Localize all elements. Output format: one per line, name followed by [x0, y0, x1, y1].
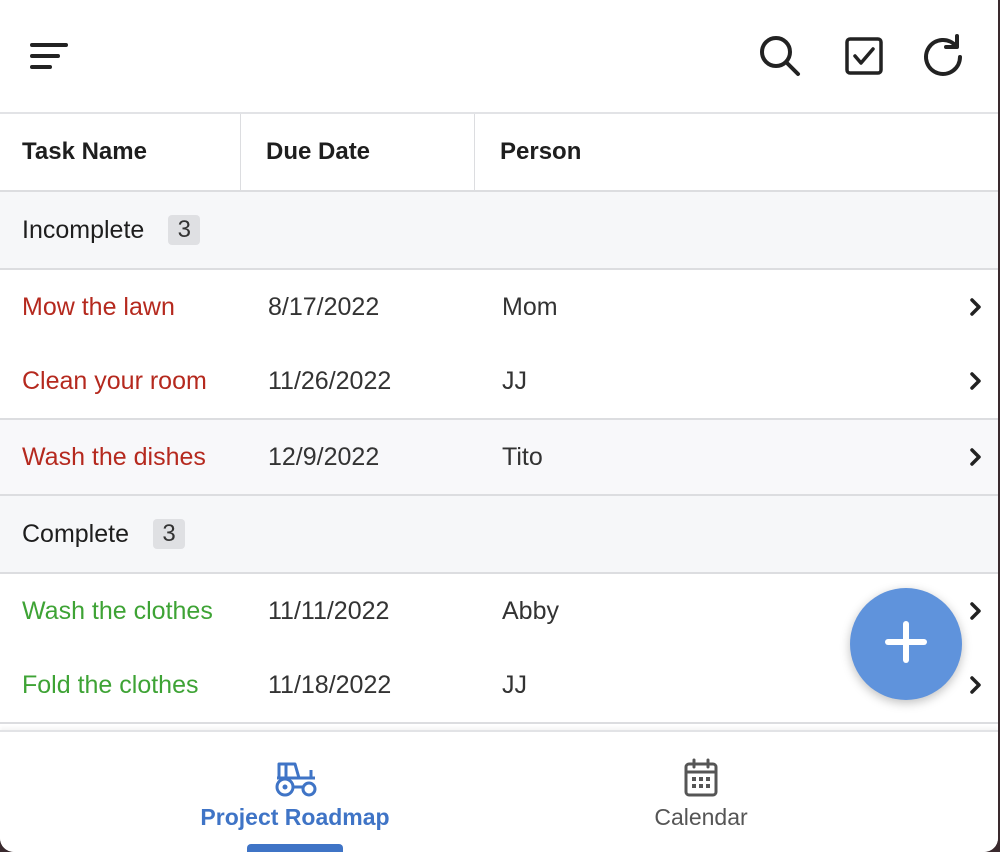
table-row[interactable]: Wash the dishes 12/9/2022 Tito	[0, 420, 998, 496]
chevron-right-icon[interactable]	[968, 344, 984, 418]
search-icon[interactable]	[752, 28, 808, 84]
column-header-due-date[interactable]: Due Date	[266, 114, 370, 190]
due-date: 11/26/2022	[268, 366, 392, 395]
chevron-right-icon[interactable]	[968, 574, 984, 648]
task-name: Wash the dishes	[22, 442, 206, 471]
chevron-right-icon[interactable]	[968, 420, 984, 494]
person: Mom	[502, 292, 558, 321]
due-date: 8/17/2022	[268, 292, 380, 321]
table-row[interactable]: Clean your room 11/26/2022 JJ	[0, 344, 998, 420]
top-toolbar	[0, 0, 998, 114]
nav-label: Calendar	[654, 804, 748, 830]
nav-item-project-roadmap[interactable]: Project Roadmap	[170, 732, 420, 852]
app-window: Task Name Due Date Person Incomplete 3 M…	[0, 0, 998, 852]
group-label: Complete	[22, 519, 129, 548]
group-label: Incomplete	[22, 215, 145, 244]
chevron-right-icon[interactable]	[968, 270, 984, 344]
due-date: 11/18/2022	[268, 670, 392, 699]
due-date: 12/9/2022	[268, 442, 380, 471]
task-name: Wash the clothes	[22, 596, 213, 625]
nav-item-calendar[interactable]: Calendar	[576, 732, 826, 852]
count-badge: 3	[168, 215, 201, 245]
tractor-icon	[170, 758, 420, 798]
calendar-icon	[576, 758, 826, 798]
due-date: 11/11/2022	[268, 596, 390, 625]
person: Tito	[502, 442, 543, 471]
menu-icon[interactable]	[21, 28, 77, 84]
task-name: Fold the clothes	[22, 670, 199, 699]
group-header-complete[interactable]: Complete 3	[0, 496, 998, 574]
chevron-right-icon[interactable]	[968, 648, 984, 722]
column-header-task-name[interactable]: Task Name	[22, 114, 147, 190]
person: JJ	[502, 366, 527, 395]
column-header-person[interactable]: Person	[500, 114, 581, 190]
count-badge: 3	[153, 519, 185, 549]
table-row[interactable]: Wash the clothes 11/11/2022 Abby	[0, 574, 998, 650]
column-divider[interactable]	[474, 114, 475, 190]
column-divider[interactable]	[240, 114, 241, 190]
bottom-navigation: Project Roadmap Calendar	[0, 730, 998, 852]
task-name: Mow the lawn	[22, 292, 175, 321]
checkbox-icon[interactable]	[836, 28, 892, 84]
nav-label: Project Roadmap	[200, 804, 390, 830]
person: Abby	[502, 596, 559, 625]
person: JJ	[502, 670, 527, 699]
active-tab-indicator	[247, 844, 343, 852]
table-header: Task Name Due Date Person	[0, 114, 998, 192]
plus-icon	[884, 620, 928, 669]
task-name: Clean your room	[22, 366, 207, 395]
refresh-icon[interactable]	[915, 28, 971, 84]
table-row[interactable]: Fold the clothes 11/18/2022 JJ	[0, 648, 998, 724]
add-task-button[interactable]	[850, 588, 962, 700]
table-row[interactable]: Mow the lawn 8/17/2022 Mom	[0, 270, 998, 346]
group-header-incomplete[interactable]: Incomplete 3	[0, 192, 998, 270]
